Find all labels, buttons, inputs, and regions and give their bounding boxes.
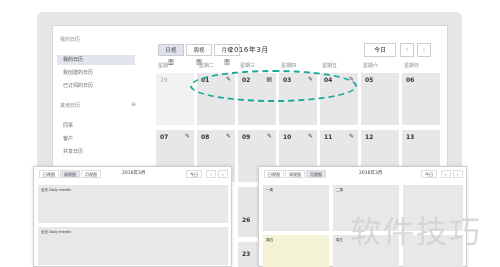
weekday-label: 星期四 xyxy=(281,63,297,69)
prev-button[interactable]: ‹ xyxy=(206,170,216,178)
today-button[interactable]: 今日 xyxy=(421,170,437,178)
section-toggle-icon[interactable]: ⊕ xyxy=(131,101,136,108)
weekday-label: 星期一 xyxy=(158,63,174,69)
day-number: 06 xyxy=(406,77,415,84)
week-view-tab[interactable]: 周视图 xyxy=(186,44,212,66)
event-label: 全天 Daily meetin xyxy=(41,188,72,192)
highlight-annotation xyxy=(190,70,357,102)
week-view-tab[interactable]: 周视图 xyxy=(60,170,80,178)
event-label: 全天 Daily meetin xyxy=(41,230,72,234)
sidebar-item-shared[interactable]: 共享日历 xyxy=(57,147,135,157)
weekday-label: 星期六 xyxy=(363,63,379,69)
next-button[interactable]: › xyxy=(218,170,228,178)
sidebar-section-my-calendars: 我的日历 xyxy=(60,37,81,43)
cell-label: 二周 xyxy=(336,188,343,192)
list-item[interactable]: 全天 Daily meetin xyxy=(38,227,228,265)
month-view-tab[interactable]: 月视图 xyxy=(306,170,326,178)
weekday-label: 星期日 xyxy=(404,63,420,69)
pencil-icon[interactable]: ✎ xyxy=(185,133,190,140)
week-view-tab[interactable]: 周视图 xyxy=(285,170,305,178)
pencil-icon[interactable]: ✎ xyxy=(308,133,313,140)
day-cell-today[interactable]: 周四 xyxy=(263,235,329,267)
prev-month-button[interactable]: ‹ xyxy=(400,43,414,57)
next-button[interactable]: › xyxy=(453,170,463,178)
day-cell[interactable]: 05 xyxy=(361,73,399,125)
day-number: 29 xyxy=(160,77,168,84)
pencil-icon[interactable]: ✎ xyxy=(226,133,231,140)
day-number: 11 xyxy=(324,134,333,141)
prev-button[interactable]: ‹ xyxy=(441,170,451,178)
day-number: 12 xyxy=(365,134,374,141)
next-month-button[interactable]: › xyxy=(417,43,431,57)
sidebar-item-colleagues[interactable]: 同事 xyxy=(57,121,135,131)
panel-toolbar: 日视图 周视图 月视图 2016年3月 今日 ‹ › xyxy=(34,167,231,181)
day-number: 23 xyxy=(242,251,251,258)
day-number: 08 xyxy=(201,134,210,141)
cell-label: 周五 xyxy=(336,238,343,242)
pencil-icon[interactable]: ✎ xyxy=(349,133,354,140)
day-cell[interactable]: 一周 xyxy=(263,185,329,231)
day-view-tab[interactable]: 日视图 xyxy=(264,170,284,178)
sidebar-item-my-calendar[interactable]: 我的日历 xyxy=(57,55,135,65)
day-number: 26 xyxy=(242,217,251,224)
today-button[interactable]: 今日 xyxy=(364,43,396,57)
today-button[interactable]: 今日 xyxy=(186,170,202,178)
sidebar-item-created-calendars[interactable]: 我创建的日历 xyxy=(57,68,135,78)
day-view-panel: 日视图 周视图 月视图 2016年3月 今日 ‹ › 全天 Daily meet… xyxy=(33,166,232,267)
panel-title: 2016年3月 xyxy=(359,171,383,176)
cell-label: 一周 xyxy=(266,188,273,192)
day-view-tab[interactable]: 日视图 xyxy=(158,44,184,66)
day-number: 09 xyxy=(242,134,251,141)
pencil-icon[interactable]: ✎ xyxy=(267,133,272,140)
month-title: 2016年3月 xyxy=(229,46,269,54)
sidebar-item-subscribed-calendars[interactable]: 已订阅的日历 xyxy=(57,81,135,91)
cell-label: 周四 xyxy=(266,238,273,242)
sidebar-item-clients[interactable]: 客户 xyxy=(57,134,135,144)
panel-toolbar: 日视图 周视图 月视图 2016年3月 今日 ‹ › xyxy=(259,167,466,181)
panel-title: 2016年3月 xyxy=(122,171,146,176)
day-number: 10 xyxy=(283,134,292,141)
day-number: 05 xyxy=(365,77,374,84)
sidebar-section-other-calendars: 其他日历 xyxy=(60,103,81,109)
day-cell[interactable]: 29 xyxy=(156,73,194,125)
month-view-tab[interactable]: 月视图 xyxy=(81,170,101,178)
day-cell[interactable]: 06 xyxy=(402,73,440,125)
watermark-text: 软件技巧 xyxy=(350,215,482,251)
weekday-label: 星期三 xyxy=(240,63,256,69)
weekday-label: 星期二 xyxy=(199,63,215,69)
list-item[interactable]: 全天 Daily meetin xyxy=(38,185,228,223)
day-view-tab[interactable]: 日视图 xyxy=(39,170,59,178)
day-number: 13 xyxy=(406,134,415,141)
weekday-label: 星期五 xyxy=(322,63,338,69)
day-number: 07 xyxy=(160,134,169,141)
